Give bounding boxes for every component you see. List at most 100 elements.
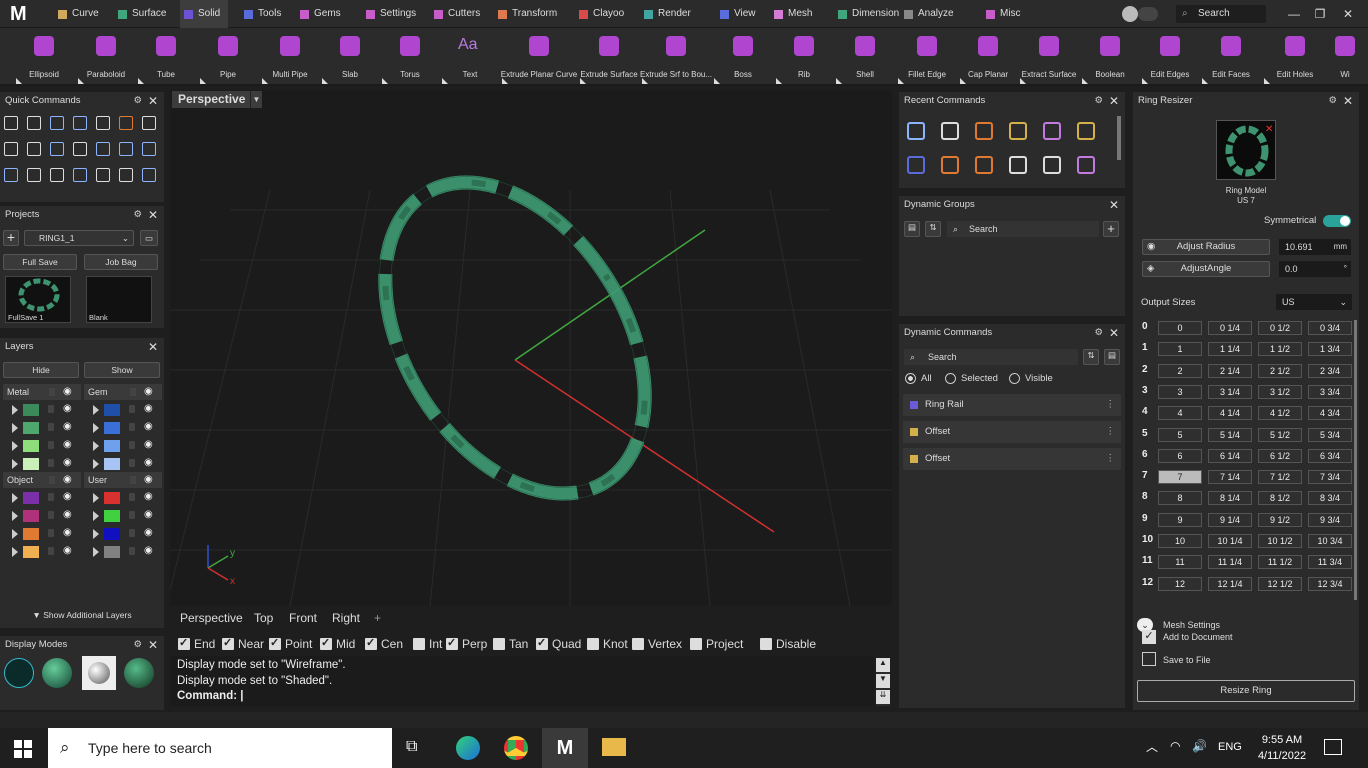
eye-icon[interactable]: ◉ [63,491,72,502]
eye-icon[interactable]: ◉ [144,439,153,450]
perspective-viewport[interactable]: y x [170,90,892,606]
eye-icon[interactable]: ◉ [63,421,72,432]
snap-point[interactable]: Point [269,635,312,652]
full-save-button[interactable]: Full Save [3,254,77,270]
ribbon-tool-boolean[interactable]: Boolean [1080,28,1140,86]
snap-cen[interactable]: Cen [365,635,403,652]
expand-icon[interactable] [78,78,84,84]
size-button[interactable]: 2 [1158,363,1202,378]
snap-checkbox[interactable] [493,638,505,650]
project-thumbnail-fullsave[interactable]: FullSave 1 [5,276,71,323]
viewport-tab-right[interactable]: Right [332,608,360,628]
eye-icon[interactable]: ◉ [63,509,72,520]
size-button[interactable]: 8 1/4 [1208,491,1252,506]
size-standard-select[interactable]: US ⌄ [1276,294,1352,310]
size-button[interactable]: 0 [1158,321,1202,335]
add-group-button[interactable]: + [1103,221,1119,237]
ribbon-tool-cap-planar[interactable]: Cap Planar [958,28,1018,86]
quick-command-icon[interactable] [27,142,41,156]
menu-tab-surface[interactable]: Surface [114,0,174,28]
ring-model-preview[interactable]: ✕ [1216,120,1276,180]
size-button[interactable]: 10 1/4 [1208,534,1252,548]
snap-end[interactable]: End [178,635,215,652]
radio-icon[interactable] [905,373,916,384]
angle-input[interactable]: 0.0 ° [1279,261,1351,277]
lock-icon[interactable] [48,547,54,555]
filter-all[interactable]: All [905,372,932,386]
size-button[interactable]: 1 3/4 [1308,342,1352,357]
quick-command-icon[interactable] [73,116,87,130]
layer-row[interactable]: ◉ [3,526,83,542]
snap-checkbox[interactable] [760,638,772,650]
gear-icon[interactable]: ⚙ [133,636,142,654]
layer-color-swatch[interactable] [23,458,39,470]
lock-icon[interactable] [129,529,135,537]
radius-input[interactable]: 10.691 mm [1279,239,1351,255]
symmetrical-toggle[interactable] [1323,215,1351,227]
menu-tab-curve[interactable]: Curve [54,0,107,28]
snap-checkbox[interactable] [365,635,377,651]
snap-perp[interactable]: Perp [446,635,487,652]
lock-icon[interactable] [130,388,136,396]
eye-icon[interactable]: ◉ [144,509,153,520]
ribbon-tool-boss[interactable]: Boss [712,28,774,86]
eye-icon[interactable]: ◉ [63,439,72,450]
size-button[interactable]: 8 1/2 [1258,491,1302,506]
edge-browser-icon[interactable] [456,736,480,760]
size-button[interactable]: 4 1/4 [1208,406,1252,421]
close-icon[interactable]: ✕ [1109,196,1119,214]
snap-checkbox[interactable] [446,635,458,651]
close-icon[interactable]: ✕ [148,206,158,224]
add-viewport-icon[interactable]: + [374,608,381,628]
lock-icon[interactable] [48,405,54,413]
ribbon-tool-extrude-srf-to-bou-[interactable]: Extrude Srf to Bou... [640,28,712,86]
recent-command-icon[interactable] [1043,156,1061,174]
recent-command-icon[interactable] [941,156,959,174]
clock[interactable]: 9:55 AM 4/11/2022 [1254,732,1310,764]
ribbon-tool-edit-holes[interactable]: Edit Holes [1262,28,1328,86]
snap-quad[interactable]: Quad [536,635,581,652]
hide-layers-button[interactable]: Hide [3,362,79,378]
viewport-title[interactable]: Perspective [172,91,254,108]
lock-icon[interactable] [129,405,135,413]
size-button[interactable]: 3 [1158,384,1202,399]
expand-icon[interactable] [93,493,99,503]
eye-icon[interactable]: ◉ [144,384,153,400]
lock-icon[interactable] [129,511,135,519]
snap-checkbox[interactable] [587,638,599,650]
lock-icon[interactable] [49,388,55,396]
layer-row[interactable]: ◉ [84,456,164,472]
size-button[interactable]: 7 [1158,470,1202,485]
rendered-mode-icon[interactable] [82,656,116,690]
group-list-icon[interactable]: ▤ [904,221,920,237]
recent-command-icon[interactable] [1009,156,1027,174]
gear-icon[interactable]: ⚙ [1094,324,1103,342]
close-icon[interactable]: ✕ [1109,324,1119,342]
expand-icon[interactable] [93,529,99,539]
size-button[interactable]: 0 1/4 [1208,321,1252,335]
size-button[interactable]: 4 [1158,406,1202,421]
snap-near[interactable]: Near [222,635,264,652]
dynamic-command-item[interactable]: Offset ⋮ [903,421,1121,443]
close-icon[interactable]: ✕ [1109,92,1119,110]
snap-checkbox[interactable] [690,638,702,650]
recent-command-icon[interactable] [1009,122,1027,140]
size-button[interactable]: 3 1/4 [1208,384,1252,399]
layer-color-swatch[interactable] [23,404,39,416]
command-area[interactable]: Display mode set to "Wireframe". Display… [170,656,874,706]
quick-command-icon[interactable] [27,116,41,130]
size-button[interactable]: 7 1/4 [1208,470,1252,485]
layer-group-object[interactable]: Object ◉ [3,472,81,488]
wireframe-mode-icon[interactable] [4,658,34,688]
add-to-document-checkbox[interactable]: ✓ [1142,630,1156,644]
expand-icon[interactable] [12,547,18,557]
eye-icon[interactable]: ◉ [144,472,153,488]
chrome-browser-icon[interactable] [504,736,528,760]
layer-color-swatch[interactable] [104,404,120,416]
expand-icon[interactable] [93,547,99,557]
snap-checkbox[interactable] [222,635,234,651]
quick-command-icon[interactable] [96,168,110,182]
expand-icon[interactable] [776,78,782,84]
recent-command-icon[interactable] [907,122,925,140]
command-prompt[interactable]: Command: | [177,689,867,705]
